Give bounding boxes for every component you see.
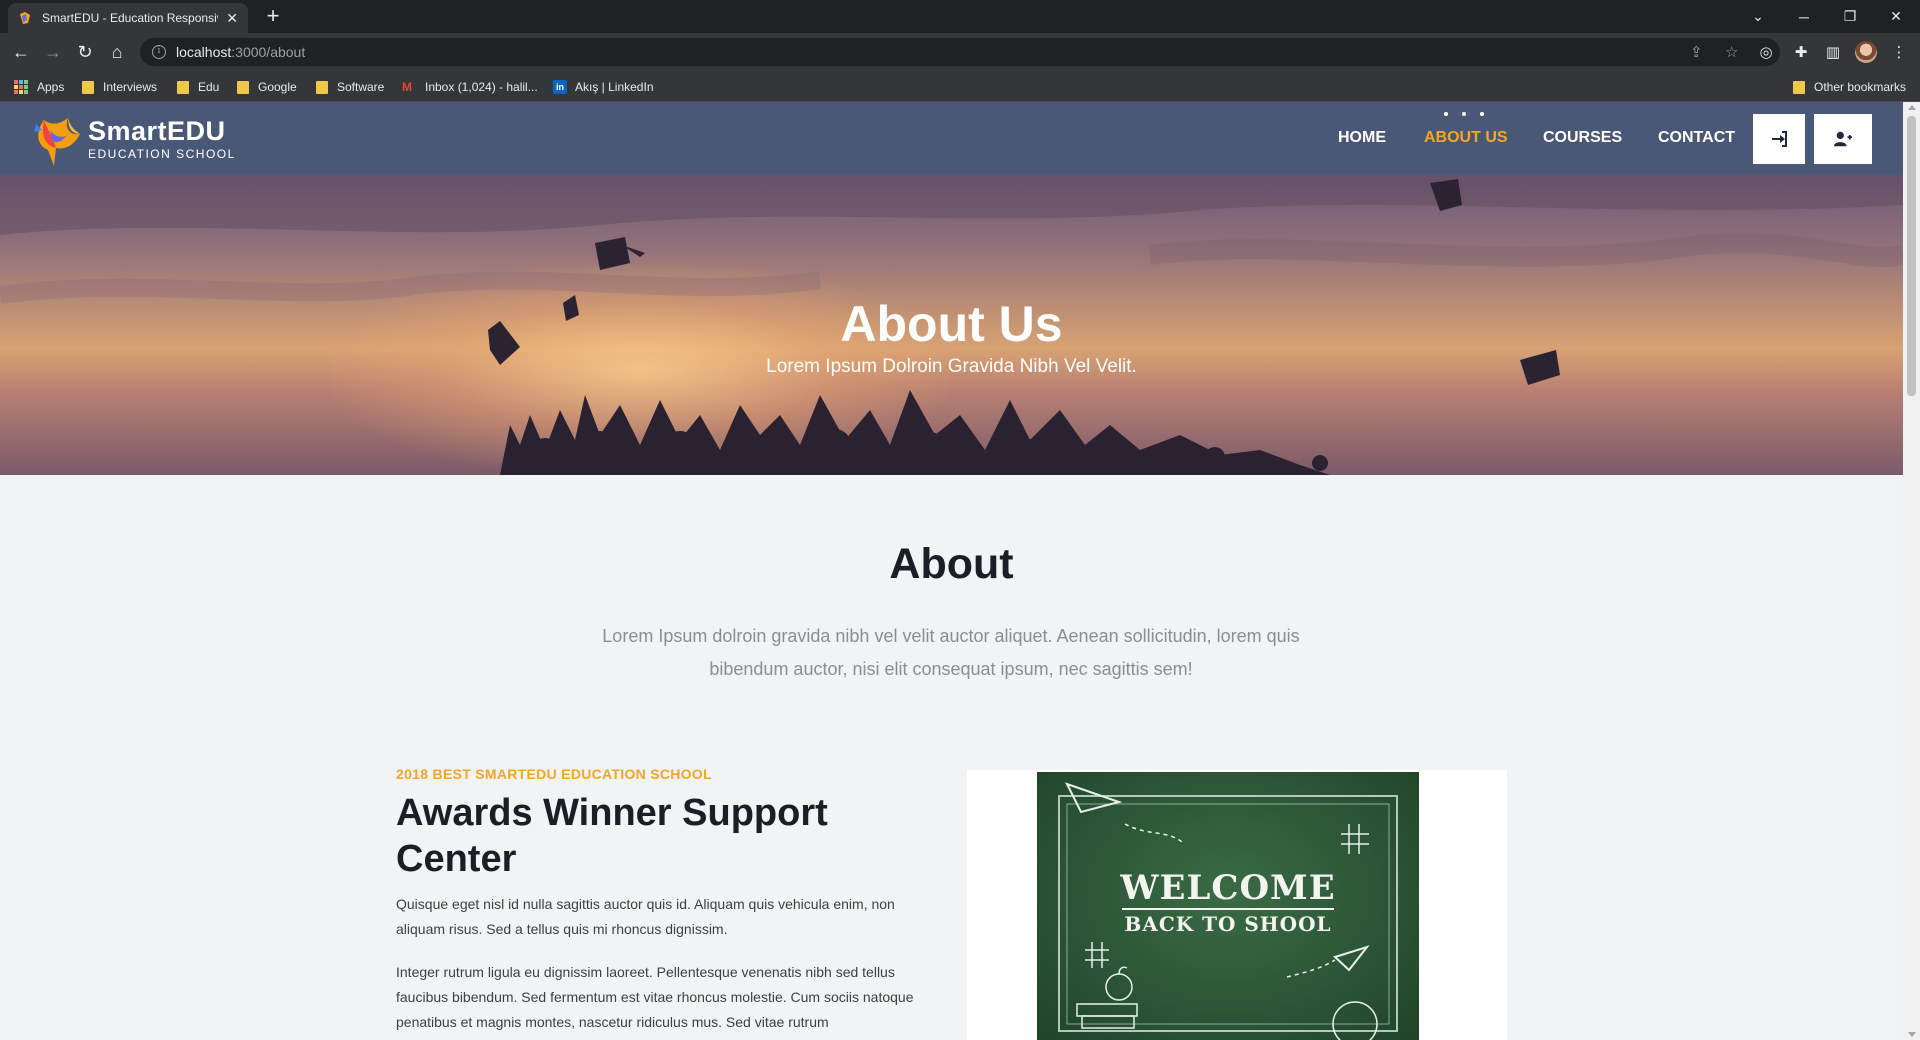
extension-circle-icon[interactable]: ◎ [1755, 41, 1777, 63]
tab-search-icon[interactable]: ⌄ [1735, 0, 1781, 33]
bookmark-edu[interactable]: Edu [177, 78, 219, 96]
bookmark-star-icon[interactable]: ☆ [1725, 38, 1738, 66]
award-media-box: WELCOME BACK TO SHOOL [967, 770, 1507, 1040]
site-header: SmartEDU EDUCATION SCHOOL HOME ABOUT US … [0, 102, 1903, 175]
nav-home[interactable]: HOME [1338, 129, 1386, 147]
login-button[interactable] [1753, 114, 1805, 164]
gmail-icon: M [402, 79, 412, 94]
bookmark-other[interactable]: Other bookmarks [1793, 78, 1906, 96]
phoenix-logo-icon [34, 118, 80, 166]
scrollbar-thumb[interactable] [1907, 116, 1916, 396]
award-paragraph-2: Integer rutrum ligula eu dignissim laore… [396, 964, 914, 1030]
bookmark-label: Edu [198, 80, 220, 94]
site-info-icon[interactable]: i [152, 45, 166, 59]
bookmark-software[interactable]: Software [316, 78, 384, 96]
bookmark-linkedin[interactable]: in Akış | LinkedIn [553, 78, 654, 96]
bookmark-label: Interviews [103, 80, 158, 94]
bookmark-apps[interactable]: Apps [14, 78, 64, 96]
bookmark-google[interactable]: Google [237, 78, 297, 96]
smartedu-favicon [20, 12, 30, 24]
chalkboard-welcome-text: WELCOME [1120, 868, 1336, 908]
new-tab-icon[interactable]: + [260, 4, 286, 30]
scroll-up-arrow-icon[interactable] [1908, 105, 1916, 110]
nav-about-us[interactable]: ABOUT US [1424, 129, 1508, 147]
scroll-down-arrow-icon[interactable] [1908, 1032, 1916, 1037]
nav-courses[interactable]: COURSES [1543, 129, 1622, 147]
chalkboard-subtitle-text: BACK TO SHOOL [1124, 912, 1332, 936]
bookmark-gmail[interactable]: M Inbox (1,024) - halil... [402, 78, 538, 96]
address-bar[interactable]: i localhost:3000/about ⇪ ☆ [140, 38, 1780, 66]
about-lead-text: Lorem Ipsum dolroin gravida nibh vel vel… [602, 626, 1300, 679]
folder-icon [237, 80, 249, 94]
about-section-title: About [889, 540, 1014, 588]
page-scrollbar[interactable] [1903, 102, 1920, 1040]
browser-tab[interactable]: SmartEDU - Education Responsiv ✕ [8, 3, 248, 33]
hero-subtitle: Lorem Ipsum Dolroin Gravida Nibh Vel Vel… [766, 356, 1137, 377]
side-panel-icon[interactable]: ▥ [1822, 41, 1844, 63]
home-icon[interactable]: ⌂ [104, 39, 130, 65]
back-icon[interactable]: ← [8, 39, 34, 65]
bookmark-label: Apps [37, 80, 65, 94]
extensions-puzzle-icon[interactable]: ✚ [1790, 41, 1812, 63]
bookmark-label: Software [337, 80, 385, 94]
tab-title: SmartEDU - Education Responsiv [42, 11, 219, 25]
award-title: Awards Winner Support Center [396, 792, 828, 880]
web-page: SmartEDU EDUCATION SCHOOL HOME ABOUT US … [0, 102, 1903, 1040]
bookmark-label: Google [258, 80, 297, 94]
chalkboard-divider [1122, 908, 1334, 910]
profile-avatar[interactable] [1855, 41, 1877, 63]
reload-icon[interactable]: ↻ [72, 39, 98, 65]
bookmark-label: Akış | LinkedIn [575, 80, 654, 94]
chalkboard-image: WELCOME BACK TO SHOOL [1037, 772, 1419, 1040]
page-hero: About Us Lorem Ipsum Dolroin Gravida Nib… [0, 175, 1903, 475]
folder-icon [82, 80, 94, 94]
active-nav-dots [1444, 112, 1484, 118]
bookmarks-bar: Apps Interviews Edu Google Software M In… [0, 71, 1920, 102]
share-icon[interactable]: ⇪ [1690, 38, 1703, 66]
bookmark-label: Inbox (1,024) - halil... [425, 80, 538, 94]
close-window-icon[interactable]: ✕ [1873, 0, 1919, 33]
browser-toolbar: ← → ↻ ⌂ i localhost:3000/about ⇪ ☆ ◎ ✚ ▥… [0, 33, 1920, 71]
forward-icon[interactable]: → [40, 39, 66, 65]
award-paragraph-1: Quisque eget nisl id nulla sagittis auct… [396, 896, 895, 937]
minimize-icon[interactable]: ─ [1781, 0, 1827, 33]
folder-icon [177, 80, 189, 94]
hero-title: About Us [840, 296, 1063, 352]
user-plus-icon [1834, 131, 1852, 147]
apps-grid-icon [14, 80, 28, 94]
url-path: :3000/about [231, 44, 306, 60]
folder-icon [1793, 80, 1805, 94]
nav-contact[interactable]: CONTACT [1658, 129, 1735, 147]
browser-menu-icon[interactable]: ⋮ [1888, 41, 1910, 63]
brand-tagline: EDUCATION SCHOOL [88, 147, 236, 161]
bookmark-label: Other bookmarks [1814, 80, 1907, 94]
folder-icon [316, 80, 328, 94]
award-kicker: 2018 BEST SMARTEDU EDUCATION SCHOOL [396, 766, 712, 782]
url-host: localhost [176, 44, 232, 60]
brand-name: SmartEDU [88, 116, 226, 146]
bookmark-interviews[interactable]: Interviews [82, 78, 157, 96]
linkedin-icon: in [553, 80, 567, 94]
tab-close-icon[interactable]: ✕ [226, 10, 238, 27]
register-button[interactable] [1814, 114, 1872, 164]
restore-icon[interactable]: ❐ [1827, 0, 1873, 33]
site-logo[interactable]: SmartEDU EDUCATION SCHOOL [30, 110, 236, 168]
sign-in-icon [1772, 131, 1787, 147]
browser-tab-bar: SmartEDU - Education Responsiv ✕ + ⌄ ─ ❐… [0, 0, 1920, 33]
